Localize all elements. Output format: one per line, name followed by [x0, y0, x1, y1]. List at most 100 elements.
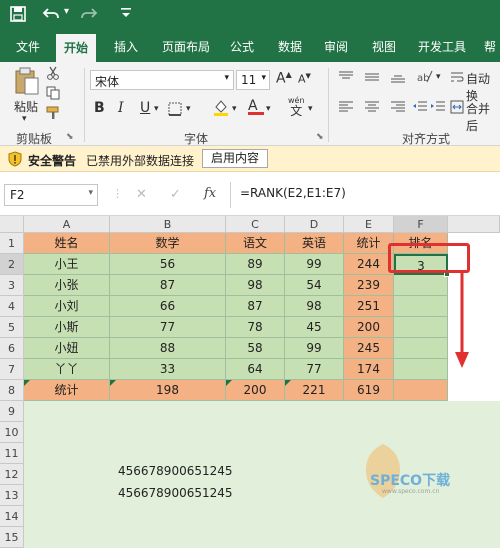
row-header[interactable]: 13 — [0, 485, 24, 506]
table-cell[interactable]: 200 — [226, 380, 285, 401]
table-cell[interactable] — [394, 296, 448, 317]
tab-file[interactable]: 文件 — [16, 38, 40, 55]
enable-content-button[interactable]: 启用内容 — [202, 149, 268, 168]
save-icon[interactable] — [10, 6, 26, 26]
copy-icon[interactable] — [46, 86, 60, 103]
table-header-cell[interactable]: 姓名 — [24, 233, 110, 254]
format-painter-icon[interactable] — [46, 106, 60, 123]
table-cell[interactable]: 56 — [110, 254, 226, 275]
table-cell[interactable] — [394, 359, 448, 380]
shrink-font-button[interactable]: A▼ — [298, 72, 311, 86]
table-cell[interactable]: 619 — [344, 380, 394, 401]
table-cell[interactable]: 244 — [344, 254, 394, 275]
align-middle-icon[interactable] — [364, 70, 380, 87]
table-cell[interactable] — [394, 317, 448, 338]
column-header-f[interactable]: F — [394, 216, 448, 233]
borders-dropdown-icon[interactable]: ▾ — [186, 104, 191, 114]
undo-icon[interactable] — [42, 6, 60, 26]
table-cell[interactable]: 87 — [226, 296, 285, 317]
table-cell[interactable]: 174 — [344, 359, 394, 380]
table-cell[interactable]: 小张 — [24, 275, 110, 296]
align-center-icon[interactable] — [364, 100, 380, 117]
table-cell[interactable]: 99 — [285, 254, 344, 275]
insert-function-button[interactable]: fx — [204, 186, 216, 201]
phonetic-dropdown-icon[interactable]: ▾ — [308, 104, 313, 114]
fill-color-dropdown-icon[interactable]: ▾ — [232, 104, 237, 114]
table-cell[interactable]: 98 — [285, 296, 344, 317]
column-header-c[interactable]: C — [226, 216, 285, 233]
table-cell[interactable]: 78 — [226, 317, 285, 338]
italic-button[interactable]: I — [118, 100, 124, 116]
table-cell[interactable]: 245 — [344, 338, 394, 359]
column-header-d[interactable]: D — [285, 216, 344, 233]
phonetic-button[interactable]: wén 文 — [288, 96, 305, 118]
table-cell[interactable]: 66 — [110, 296, 226, 317]
tab-developer[interactable]: 开发工具 — [418, 38, 466, 55]
row-header[interactable]: 10 — [0, 422, 24, 443]
cut-icon[interactable] — [46, 66, 60, 83]
wrap-text-button[interactable]: 自动换 — [466, 70, 500, 104]
select-all-corner[interactable] — [0, 216, 24, 233]
enter-icon[interactable]: ✓ — [170, 187, 181, 202]
column-header-a[interactable]: A — [24, 216, 110, 233]
font-size-select[interactable]: 11 ▾ — [236, 70, 270, 90]
row-header[interactable]: 3 — [0, 275, 24, 296]
table-header-cell[interactable]: 英语 — [285, 233, 344, 254]
formula-input[interactable]: =RANK(E2,E1:E7) — [240, 186, 346, 200]
table-cell[interactable]: 丫丫 — [24, 359, 110, 380]
table-cell[interactable] — [394, 338, 448, 359]
row-header[interactable]: 7 — [0, 359, 24, 380]
tab-view[interactable]: 视图 — [372, 38, 396, 55]
table-cell[interactable]: 45 — [285, 317, 344, 338]
table-cell[interactable]: 99 — [285, 338, 344, 359]
tab-help[interactable]: 帮 — [484, 38, 496, 55]
tab-page-layout[interactable]: 页面布局 — [162, 38, 210, 55]
table-cell[interactable] — [394, 275, 448, 296]
tab-insert[interactable]: 插入 — [114, 38, 138, 55]
increase-indent-icon[interactable] — [430, 100, 446, 117]
tab-home[interactable]: 开始 — [56, 34, 97, 62]
tab-review[interactable]: 审阅 — [324, 38, 348, 55]
column-header-b[interactable]: B — [110, 216, 226, 233]
bold-button[interactable]: B — [94, 100, 105, 116]
row-header[interactable]: 5 — [0, 317, 24, 338]
table-cell[interactable]: 87 — [110, 275, 226, 296]
row-header[interactable]: 14 — [0, 506, 24, 527]
table-cell[interactable]: 221 — [285, 380, 344, 401]
table-header-cell[interactable]: 统计 — [344, 233, 394, 254]
wrap-text-icon[interactable] — [450, 70, 464, 87]
paste-button[interactable]: 粘贴 — [14, 98, 38, 115]
decrease-indent-icon[interactable] — [412, 100, 428, 117]
orientation-icon[interactable]: ab — [416, 68, 434, 87]
font-name-select[interactable]: 宋体 ▾ — [90, 70, 234, 90]
table-cell[interactable]: 98 — [226, 275, 285, 296]
align-bottom-icon[interactable] — [390, 70, 406, 87]
row-header[interactable]: 2 — [0, 254, 24, 275]
cancel-icon[interactable]: ✕ — [136, 187, 147, 202]
table-cell[interactable]: 77 — [110, 317, 226, 338]
table-cell[interactable]: 251 — [344, 296, 394, 317]
paste-dropdown-icon[interactable]: ▾ — [22, 114, 27, 124]
undo-dropdown-icon[interactable]: ▾ — [64, 6, 69, 17]
tab-data[interactable]: 数据 — [278, 38, 302, 55]
paste-icon[interactable] — [14, 66, 40, 99]
worksheet-grid[interactable]: A B C D E F 1 2 3 4 5 6 7 8 9 10 11 12 1… — [0, 216, 500, 548]
merge-center-button[interactable]: 合并后 — [466, 100, 500, 134]
fill-color-icon[interactable] — [212, 98, 230, 119]
align-left-icon[interactable] — [338, 100, 354, 117]
table-header-cell[interactable]: 语文 — [226, 233, 285, 254]
table-cell[interactable]: 统计 — [24, 380, 110, 401]
table-cell[interactable]: 77 — [285, 359, 344, 380]
table-cell[interactable]: 64 — [226, 359, 285, 380]
align-top-icon[interactable] — [338, 70, 354, 87]
name-box[interactable]: F2 ▾ — [4, 184, 98, 206]
grow-font-button[interactable]: A▲ — [276, 70, 292, 87]
orientation-dropdown-icon[interactable]: ▾ — [436, 72, 441, 82]
table-cell[interactable]: 33 — [110, 359, 226, 380]
tab-formulas[interactable]: 公式 — [230, 38, 254, 55]
font-launcher-icon[interactable]: ⬊ — [316, 132, 324, 142]
borders-icon[interactable] — [168, 102, 182, 119]
row-header[interactable]: 11 — [0, 443, 24, 464]
table-cell[interactable]: 89 — [226, 254, 285, 275]
row-header[interactable]: 8 — [0, 380, 24, 401]
